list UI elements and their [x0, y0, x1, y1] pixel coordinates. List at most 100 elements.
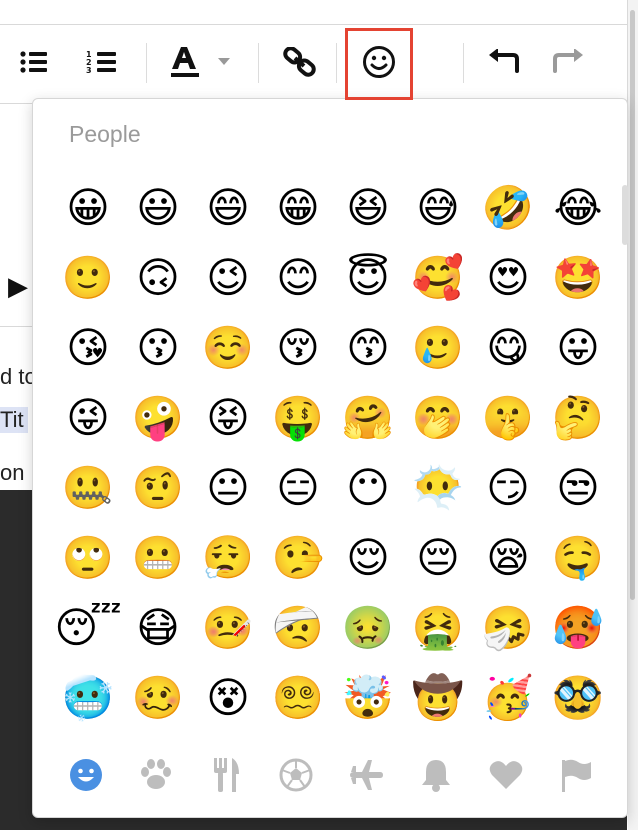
emoji-cell[interactable]: 🤐 [53, 453, 123, 523]
page-scrollbar[interactable] [628, 0, 638, 830]
emoji-cell[interactable]: 😉 [193, 243, 263, 313]
category-objects-button[interactable] [401, 758, 471, 796]
emoji-cell[interactable]: 😶‍🌫️ [403, 453, 473, 523]
undo-button[interactable] [484, 25, 522, 103]
emoji-cell[interactable]: 🤢 [333, 593, 403, 663]
emoji-cell[interactable]: 😊 [263, 243, 333, 313]
emoji-cell[interactable]: 😛 [543, 313, 613, 383]
animals-category-icon [139, 759, 173, 795]
emoji-cell[interactable]: 😘 [53, 313, 123, 383]
category-flags-button[interactable] [541, 758, 611, 796]
emoji-cell[interactable]: 😙 [333, 313, 403, 383]
emoji-cell[interactable]: 🤨 [123, 453, 193, 523]
emoji-cell[interactable]: 😜 [53, 383, 123, 453]
emoji-grid: 😀 😃 😄 😁 😆 😅 🤣 😂 🙂 🙃 😉 😊 😇 🥰 😍 🤩 😘 😗 ☺️ 😚 😙 🥲 😋 😛 😜 🤪 😝 🤑 🤗 🤭 🤫 🤔 🤐 🤨 😐 😑 😶 😶‍… [53, 173, 617, 733]
emoji-cell[interactable]: 🤧 [473, 593, 543, 663]
emoji-cell[interactable]: 🤔 [543, 383, 613, 453]
emoji-cell[interactable]: 🤒 [193, 593, 263, 663]
emoji-cell[interactable]: 😄 [193, 173, 263, 243]
emoji-cell[interactable]: 😃 [123, 173, 193, 243]
emoji-cell[interactable]: 😗 [123, 313, 193, 383]
emoji-cell[interactable]: 😮‍💨 [193, 523, 263, 593]
emoji-cell[interactable]: 😁 [263, 173, 333, 243]
emoji-cell[interactable]: 🤯 [333, 663, 403, 733]
emoji-cell[interactable]: 😝 [193, 383, 263, 453]
undo-icon [487, 48, 519, 79]
text-color-button[interactable] [166, 25, 240, 103]
emoji-cell[interactable]: 🥲 [403, 313, 473, 383]
redo-button[interactable] [550, 25, 588, 103]
numbered-list-button[interactable]: 1 2 3 [80, 25, 124, 103]
emoji-cell[interactable]: 😐 [193, 453, 263, 523]
editor-toolbar: 1 2 3 [0, 25, 628, 104]
emoji-cell[interactable]: 😬 [123, 523, 193, 593]
emoji-cell[interactable]: 😑 [263, 453, 333, 523]
emoji-cell[interactable]: 😵 [193, 663, 263, 733]
emoji-cell[interactable]: 🤑 [263, 383, 333, 453]
objects-category-icon [420, 758, 452, 796]
emoji-category-bar [51, 747, 611, 807]
redo-icon [553, 48, 585, 79]
emoji-cell[interactable]: 😒 [543, 453, 613, 523]
editor-text-fragment: on [0, 460, 25, 485]
emoji-cell[interactable]: 🤮 [403, 593, 473, 663]
category-food-button[interactable] [191, 758, 261, 796]
emoji-cell[interactable]: 😏 [473, 453, 543, 523]
emoji-cell[interactable]: 😅 [403, 173, 473, 243]
play-icon[interactable]: ▶ [8, 274, 28, 300]
flags-category-icon [559, 758, 593, 796]
emoji-cell[interactable]: 🤫 [473, 383, 543, 453]
category-animals-button[interactable] [121, 759, 191, 795]
category-travel-button[interactable] [331, 760, 401, 794]
divider [0, 326, 32, 327]
emoji-cell[interactable]: 🤕 [263, 593, 333, 663]
category-activity-button[interactable] [261, 758, 331, 796]
activity-category-icon [279, 758, 313, 796]
insert-link-button[interactable] [278, 25, 322, 103]
emoji-picker-scrollbar[interactable] [622, 185, 628, 245]
emoji-cell[interactable]: 🤭 [403, 383, 473, 453]
emoji-cell[interactable]: 😋 [473, 313, 543, 383]
emoji-cell[interactable]: 🤩 [543, 243, 613, 313]
toolbar-divider [258, 43, 259, 83]
emoji-cell[interactable]: 😶 [333, 453, 403, 523]
bulleted-list-button[interactable] [14, 25, 54, 103]
emoji-cell[interactable]: 😷 [123, 593, 193, 663]
emoji-cell[interactable]: 😍 [473, 243, 543, 313]
emoji-cell[interactable]: 🤪 [123, 383, 193, 453]
emoji-cell[interactable]: 🙃 [123, 243, 193, 313]
bulleted-list-icon [19, 50, 49, 78]
emoji-cell[interactable]: 🤤 [543, 523, 613, 593]
emoji-cell[interactable]: 🤠 [403, 663, 473, 733]
emoji-cell[interactable]: 🙂 [53, 243, 123, 313]
travel-category-icon [348, 760, 384, 794]
emoji-button[interactable] [345, 28, 413, 100]
numbered-list-icon: 1 2 3 [86, 49, 118, 79]
emoji-cell[interactable]: 😔 [403, 523, 473, 593]
emoji-cell[interactable]: 🥴 [123, 663, 193, 733]
emoji-cell[interactable]: 😀 [53, 173, 123, 243]
emoji-cell[interactable]: 😇 [333, 243, 403, 313]
emoji-cell[interactable]: 😵‍💫 [263, 663, 333, 733]
category-symbols-button[interactable] [471, 760, 541, 794]
emoji-cell[interactable]: 😂 [543, 173, 613, 243]
emoji-cell[interactable]: 🤣 [473, 173, 543, 243]
emoji-cell[interactable]: 🥶 [53, 663, 123, 733]
emoji-cell[interactable]: 🥰 [403, 243, 473, 313]
emoji-cell[interactable]: 🙄 [53, 523, 123, 593]
emoji-cell[interactable]: 🤗 [333, 383, 403, 453]
emoji-cell[interactable]: 🥳 [473, 663, 543, 733]
category-smileys-button[interactable] [51, 758, 121, 796]
emoji-cell[interactable]: 😚 [263, 313, 333, 383]
toolbar-divider [463, 43, 464, 83]
emoji-cell[interactable]: 😪 [473, 523, 543, 593]
emoji-cell[interactable]: 🥸 [543, 663, 613, 733]
emoji-cell[interactable]: 🥵 [543, 593, 613, 663]
emoji-cell[interactable]: 😌 [333, 523, 403, 593]
emoji-cell[interactable]: ☺️ [193, 313, 263, 383]
emoji-cell[interactable]: 😆 [333, 173, 403, 243]
page-scrollbar-thumb[interactable] [630, 10, 635, 600]
symbols-category-icon [489, 760, 523, 794]
emoji-cell[interactable]: 🤥 [263, 523, 333, 593]
emoji-cell[interactable]: 😴 [53, 593, 123, 663]
